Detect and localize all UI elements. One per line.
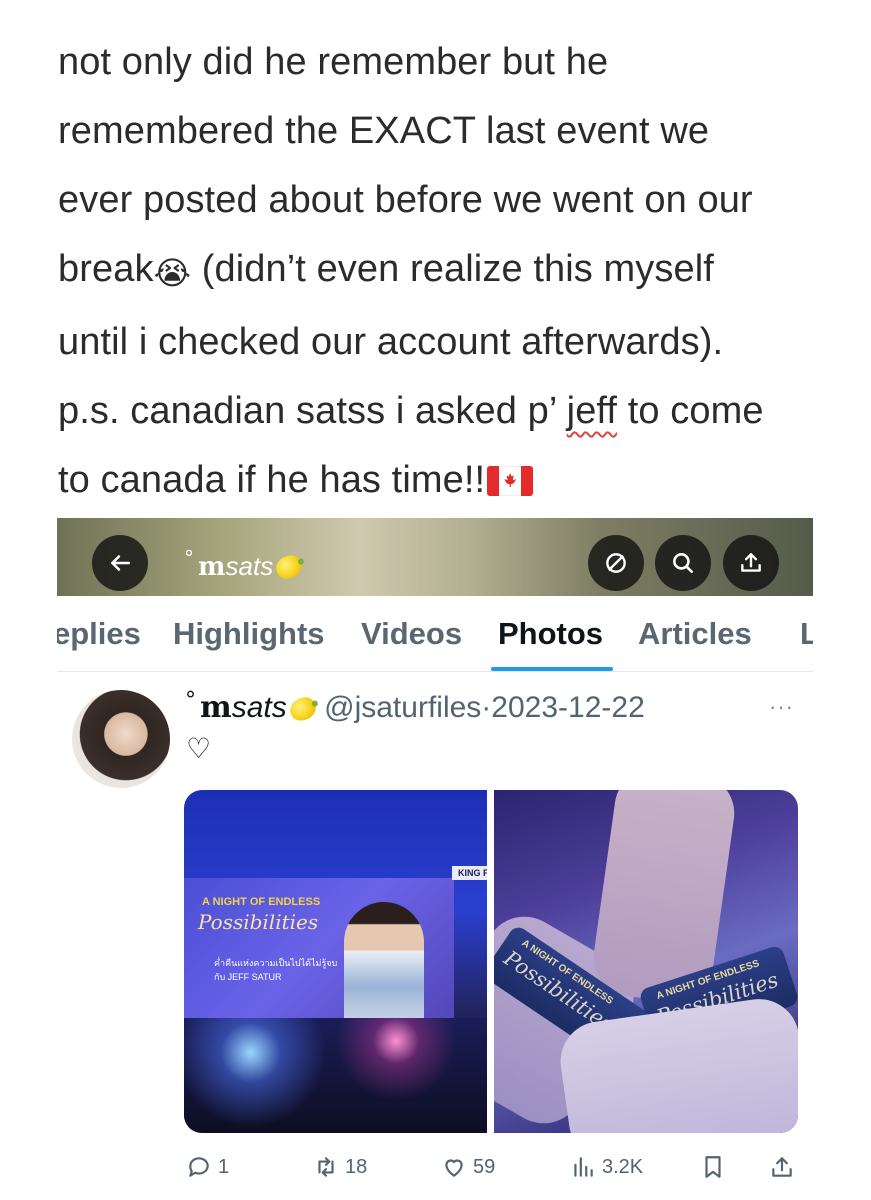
caption-line: until i checked our account afterwards). — [58, 321, 724, 363]
share-button[interactable] — [723, 535, 779, 591]
bookmark-button[interactable] — [700, 1154, 726, 1180]
like-button[interactable]: 59 — [441, 1154, 495, 1180]
canada-flag-icon — [487, 466, 534, 496]
stage-lights — [184, 1018, 487, 1133]
crying-emoji-icon: 😭 — [153, 255, 192, 291]
no-symbol-icon — [606, 553, 626, 573]
divider — [57, 671, 813, 672]
tab-more[interactable]: L — [800, 616, 813, 652]
caption-text: not only did he remember but he remember… — [58, 28, 848, 515]
event-subtitle: ค่ำคืนแห่งความเป็นไปได้ไม่รู้จบกับ JEFF … — [214, 956, 337, 984]
tab-replies[interactable]: eplies — [57, 616, 141, 652]
share-icon — [741, 553, 761, 572]
caption-line: remembered the EXACT last event we — [58, 110, 710, 152]
performer-figure — [344, 902, 424, 1022]
profile-tabs: eplies Highlights Videos Photos Articles… — [57, 596, 813, 672]
tab-photos[interactable]: Photos — [498, 616, 603, 652]
embedded-screenshot: ° msats eplies Highlights Videos Photos A… — [57, 518, 813, 1200]
profile-display-name: ° msats — [184, 546, 306, 582]
caption-line: break😭 (didn’t even realize this myself — [58, 235, 848, 308]
event-title-top: A NIGHT OF ENDLESS — [202, 896, 321, 908]
caption-line: p.s. canadian satss i asked p’ jeff to c… — [58, 377, 848, 446]
user-handle[interactable]: @jsaturfiles — [324, 691, 481, 724]
profile-header-bar: ° msats — [57, 518, 813, 596]
event-subtitle-thai: ค่ำคืนแห่งความเป็นไปได้ไม่รู้จบ — [214, 958, 338, 968]
post-media: KING P A NIGHT OF ENDLESS Possibilities … — [184, 790, 798, 1133]
event-subtitle-en: กับ JEFF SATUR — [214, 972, 282, 982]
post-date[interactable]: 2023-12-22 — [491, 691, 644, 724]
avatar[interactable] — [72, 690, 170, 788]
post-text: ♡ — [186, 732, 212, 765]
caption-segment: p.s. canadian satss i asked p’ — [58, 390, 567, 432]
mute-button[interactable] — [588, 535, 644, 591]
caption-segment: break — [58, 248, 154, 290]
views-button[interactable]: 3.2K — [570, 1154, 643, 1180]
lemon-icon — [273, 552, 306, 582]
share-icon — [772, 1157, 792, 1177]
like-count: 59 — [473, 1155, 496, 1178]
reply-button[interactable]: 1 — [186, 1154, 229, 1180]
name-italic[interactable]: sats — [232, 691, 287, 724]
sponsor-sign: KING P — [452, 866, 487, 880]
more-options-icon[interactable]: ··· — [769, 694, 794, 720]
post-actions: 1 18 59 3.2K — [57, 1154, 813, 1194]
lemon-icon — [286, 694, 319, 724]
share-post-button[interactable] — [769, 1154, 795, 1180]
name-degree: ° — [184, 546, 194, 570]
event-title-main: Possibilities — [198, 910, 319, 934]
reply-count: 1 — [218, 1155, 230, 1178]
wristband-photo[interactable]: A NIGHT OF ENDLESS Possibilities A NIGHT… — [494, 790, 798, 1133]
tab-highlights[interactable]: Highlights — [173, 616, 325, 652]
caption-segment: to come — [617, 390, 764, 432]
caption-segment: to canada if he has time!! — [58, 459, 486, 501]
reply-icon — [189, 1157, 209, 1177]
search-button[interactable] — [655, 535, 711, 591]
concert-photo[interactable]: KING P A NIGHT OF ENDLESS Possibilities … — [184, 790, 487, 1133]
caption-segment: (didn’t even realize this myself — [191, 248, 714, 290]
heart-icon — [445, 1159, 463, 1177]
caption-line: to canada if he has time!! — [58, 446, 848, 515]
name-degree: ° — [185, 688, 196, 713]
tab-articles[interactable]: Articles — [638, 616, 752, 652]
repost-count: 18 — [345, 1155, 368, 1178]
name-bold[interactable]: m — [200, 690, 232, 725]
spellcheck-word[interactable]: jeff — [567, 390, 617, 432]
repost-icon — [318, 1157, 334, 1177]
separator-dot: · — [481, 691, 492, 724]
arrow-left-icon — [111, 555, 130, 571]
views-count: 3.2K — [602, 1155, 644, 1178]
caption-line: not only did he remember but he — [58, 41, 609, 83]
back-button[interactable] — [92, 535, 148, 591]
name-bold: m — [198, 552, 226, 582]
bookmark-icon — [705, 1156, 721, 1178]
tab-videos[interactable]: Videos — [361, 616, 462, 652]
views-chart-icon — [574, 1157, 593, 1177]
repost-button[interactable]: 18 — [313, 1154, 367, 1180]
post-header: ° msats @jsaturfiles·2023-12-22 — [185, 688, 645, 725]
name-italic: sats — [225, 551, 274, 581]
caption-line: ever posted about before we went on our — [58, 179, 753, 221]
search-icon — [673, 553, 693, 573]
